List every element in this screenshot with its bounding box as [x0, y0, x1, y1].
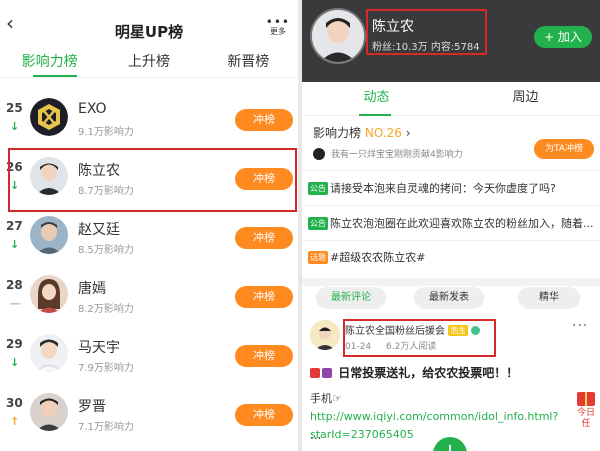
list-item[interactable]: 28 — 唐嫣 8.2万影响力 冲榜	[0, 266, 298, 325]
more-dots-icon: •••	[265, 15, 290, 29]
post-title-text: 日常投票送礼，给农农投票吧！！	[338, 366, 519, 380]
contributor-avatar	[313, 147, 325, 160]
ranking-list: 25 ↓ EXO 9.1万影响力 冲榜 26 ↓ 陈立农 8.7万影响力 冲榜 …	[0, 89, 298, 443]
daily-task-entry[interactable]: 今日任	[575, 392, 597, 430]
join-button[interactable]: + 加入	[534, 26, 592, 48]
notice-item[interactable]: 公告 请接受本泡来自灵魂的拷问：今天你虚度了吗?	[308, 180, 556, 196]
red-tag-icon	[310, 368, 320, 378]
star-name: 赵又廷	[78, 222, 120, 238]
trend-down-icon: ↓	[10, 120, 20, 133]
notice-badge: 公告	[308, 182, 328, 195]
post-filter: 最新评论 最新发表 精华	[302, 286, 600, 312]
star-name: 罗晋	[78, 399, 106, 415]
contributor-text: 我有一只烊宝宝刚刚贡献4影响力	[331, 150, 463, 160]
trend-down-icon: ↓	[10, 356, 20, 369]
highlight-box	[366, 9, 487, 55]
topic-text: #超级农农陈立农#	[330, 251, 426, 264]
rush-rank-button[interactable]: 冲榜	[235, 345, 293, 367]
rush-rank-button[interactable]: 冲榜	[235, 109, 293, 131]
body-prefix: 手机☞	[310, 392, 342, 405]
portrait-icon	[30, 393, 68, 431]
divider	[302, 170, 600, 171]
influence-value: 8.2万影响力	[78, 304, 134, 315]
leaderboard-panel: ‹ 明星UP榜 ••• 更多 影响力榜 上升榜 新晋榜 25 ↓ EXO 9.1…	[0, 0, 298, 451]
highlight-box	[8, 148, 297, 212]
rush-rank-button[interactable]: 冲榜	[235, 286, 293, 308]
post-ellipsis: ...	[310, 428, 322, 442]
circle-tabs: 动态 周边	[302, 82, 600, 116]
purple-tag-icon	[322, 368, 332, 378]
star-circle-panel: 陈立农 粉丝:10.3万 内容:5784 + 加入 动态 周边 影响力榜 NO.…	[302, 0, 600, 451]
portrait-icon	[30, 216, 68, 254]
divider	[302, 205, 600, 206]
leaderboard-tabs: 影响力榜 上升榜 新晋榜	[0, 46, 298, 78]
gift-box-icon	[577, 392, 595, 406]
star-name: 马天宇	[78, 340, 120, 356]
chevron-right-icon: ›	[405, 126, 411, 140]
tab-merch[interactable]: 周边	[451, 82, 600, 115]
avatar[interactable]	[310, 320, 340, 350]
trend-up-icon: ↑	[10, 415, 20, 428]
avatar[interactable]	[310, 8, 366, 64]
section-gap	[302, 278, 600, 286]
rush-for-ta-button[interactable]: 为TA冲榜	[534, 139, 594, 159]
influence-rank-link[interactable]: 影响力榜 NO.26 ›	[313, 124, 411, 141]
circle-header: 陈立农 粉丝:10.3万 内容:5784 + 加入	[302, 0, 600, 82]
notice-text: 陈立农泡泡圈在此欢迎喜欢陈立农的粉丝加入，随着...	[330, 217, 594, 230]
influence-rank: NO.26	[364, 126, 402, 140]
contributor-line: 我有一只烊宝宝刚刚贡献4影响力	[313, 147, 463, 160]
list-item[interactable]: 27 ↓ 赵又廷 8.5万影响力 冲榜	[0, 207, 298, 266]
exo-logo-icon	[30, 98, 68, 136]
post-body: 手机☞ http://www.iqiyi.com/common/idol_info…	[310, 390, 572, 444]
notice-text: 请接受本泡来自灵魂的拷问：今天你虚度了吗?	[330, 182, 556, 195]
rush-rank-button[interactable]: 冲榜	[235, 404, 293, 426]
filter-latest-comments[interactable]: 最新评论	[316, 287, 386, 309]
active-tab-indicator	[33, 75, 77, 77]
topic-item[interactable]: 话题 #超级农农陈立农#	[308, 249, 425, 265]
app-screen: ‹ 明星UP榜 ••• 更多 影响力榜 上升榜 新晋榜 25 ↓ EXO 9.1…	[0, 0, 600, 451]
filter-featured[interactable]: 精华	[518, 287, 580, 309]
tab-influence[interactable]: 影响力榜	[0, 46, 99, 77]
list-item[interactable]: 25 ↓ EXO 9.1万影响力 冲榜	[0, 89, 298, 148]
notice-item[interactable]: 公告 陈立农泡泡圈在此欢迎喜欢陈立农的粉丝加入，随着...	[308, 215, 594, 231]
rush-rank-button[interactable]: 冲榜	[235, 227, 293, 249]
trend-down-icon: ↓	[10, 238, 20, 251]
leaderboard-header: ‹ 明星UP榜 ••• 更多	[0, 0, 298, 46]
post-title[interactable]: 日常投票送礼，给农农投票吧！！	[310, 364, 518, 381]
post-link[interactable]: http://www.iqiyi.com/common/idol_info.ht…	[310, 410, 558, 441]
influence-value: 9.1万影响力	[78, 127, 134, 138]
portrait-icon	[30, 334, 68, 372]
list-item[interactable]: 30 ↑ 罗晋 7.1万影响力 冲榜	[0, 384, 298, 443]
star-name: 唐嫣	[78, 281, 106, 297]
active-tab-indicator	[359, 114, 391, 116]
rank-number: 25	[6, 101, 23, 115]
rank-number: 28	[6, 278, 23, 292]
rank-number: 29	[6, 337, 23, 351]
daily-task-label: 今日任	[576, 408, 595, 429]
filter-latest-posts[interactable]: 最新发表	[414, 287, 484, 309]
highlight-box	[343, 319, 496, 357]
notice-badge: 公告	[308, 217, 328, 230]
tab-new[interactable]: 新晋榜	[199, 46, 298, 77]
influence-value: 7.1万影响力	[78, 422, 134, 433]
rank-number: 30	[6, 396, 23, 410]
divider	[302, 240, 600, 241]
list-item[interactable]: 29 ↓ 马天宇 7.9万影响力 冲榜	[0, 325, 298, 384]
influence-label: 影响力榜	[313, 126, 362, 140]
influence-value: 7.9万影响力	[78, 363, 134, 374]
rank-number: 27	[6, 219, 23, 233]
tab-rising[interactable]: 上升榜	[99, 46, 198, 77]
influence-value: 8.5万影响力	[78, 245, 134, 256]
page-title: 明星UP榜	[114, 23, 184, 41]
portrait-icon	[30, 275, 68, 313]
star-name: EXO	[78, 101, 107, 117]
tab-feed[interactable]: 动态	[302, 82, 451, 115]
more-options-icon[interactable]: ···	[572, 318, 588, 334]
topic-badge: 话题	[308, 251, 328, 264]
more-button[interactable]: ••• 更多	[265, 15, 290, 36]
trend-flat-icon: —	[10, 297, 21, 310]
